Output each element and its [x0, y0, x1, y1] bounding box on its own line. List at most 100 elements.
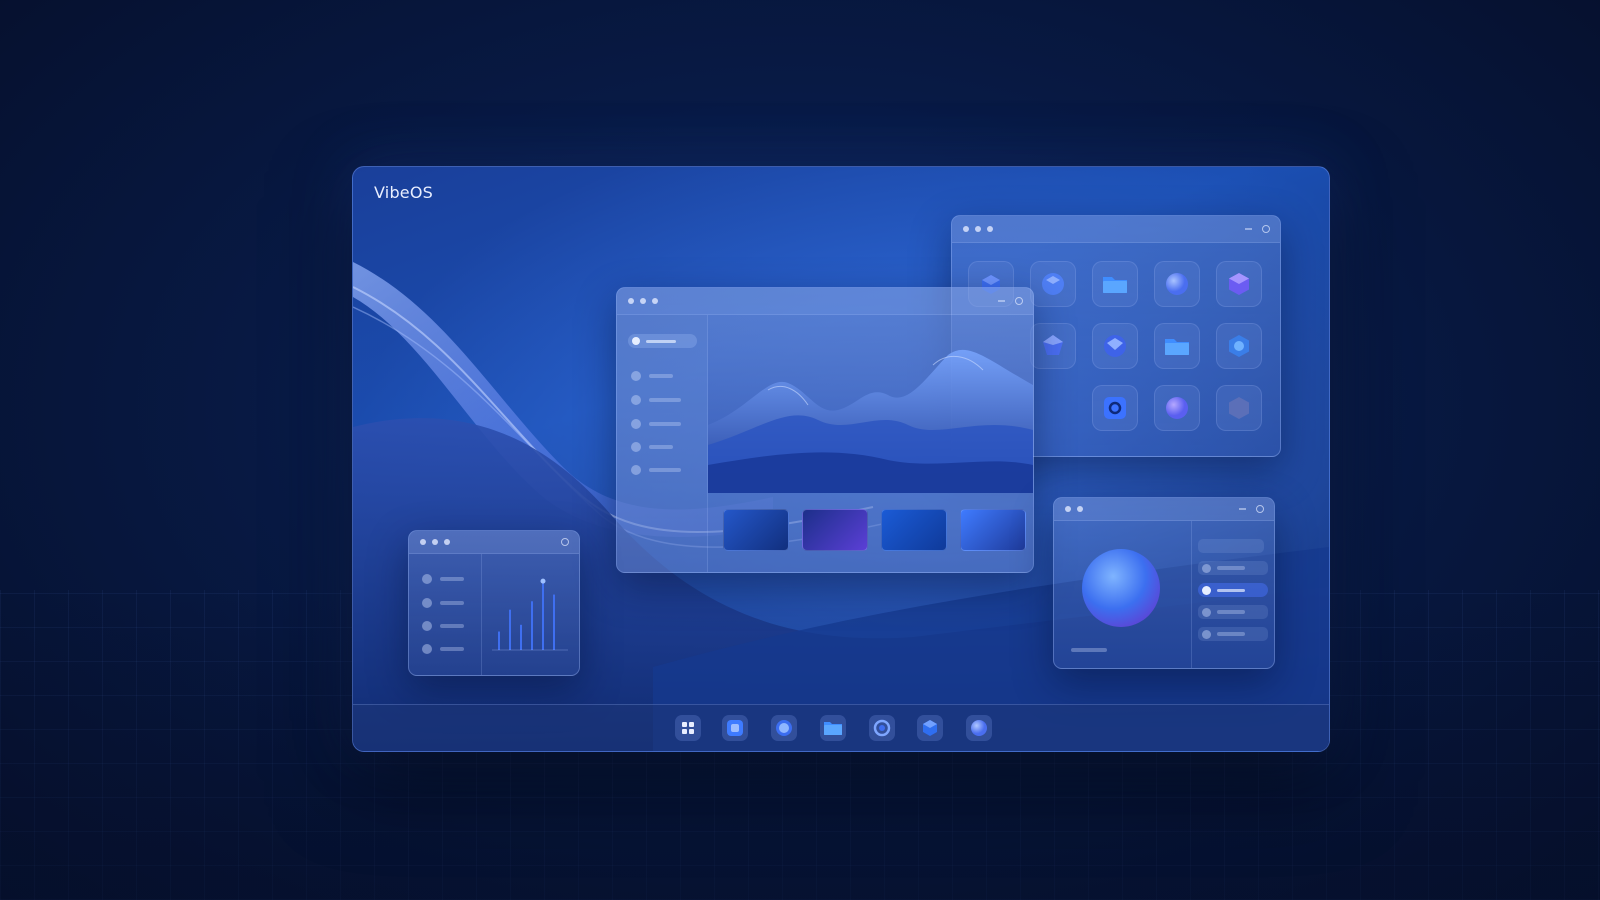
stats-widget-window[interactable]	[408, 530, 580, 676]
folder-icon	[1103, 277, 1127, 293]
options-icon[interactable]	[1256, 505, 1264, 513]
close-dot-icon[interactable]	[1065, 506, 1071, 512]
square-app-icon	[727, 720, 743, 736]
window-traffic-lights[interactable]	[628, 298, 658, 304]
cube-icon	[923, 720, 937, 736]
app-tile-polygon[interactable]	[1216, 385, 1262, 431]
hero-mountain-image	[708, 315, 1033, 493]
thumbnail-4[interactable]	[960, 509, 1026, 551]
settings-row[interactable]	[1198, 627, 1268, 641]
dock-item-apps[interactable]	[675, 715, 701, 741]
thumbnail-strip	[708, 493, 1033, 572]
square-ring-icon	[1104, 397, 1126, 419]
settings-row[interactable]	[1198, 605, 1268, 619]
window-titlebar[interactable]	[617, 288, 1033, 315]
folder-icon	[1165, 339, 1189, 355]
chart-bar-3	[520, 624, 522, 650]
apps-grid-icon	[682, 722, 694, 734]
orb-settings-window[interactable]	[1053, 497, 1275, 669]
sidebar-item[interactable]	[631, 442, 673, 452]
ring-app-icon	[873, 719, 891, 737]
orb-icon	[1104, 335, 1126, 357]
settings-row[interactable]	[1198, 561, 1268, 575]
minimize-icon[interactable]	[1245, 228, 1252, 230]
sphere-cube-icon	[1042, 273, 1064, 295]
hexagon-icon	[1229, 397, 1249, 419]
widget-list-item[interactable]	[422, 598, 464, 608]
window-traffic-lights[interactable]	[1065, 506, 1083, 512]
minimize-dot-icon[interactable]	[432, 539, 438, 545]
thumbnail-2[interactable]	[802, 509, 868, 551]
window-titlebar[interactable]	[409, 531, 579, 554]
orb-preview	[1082, 549, 1160, 627]
app-tile-folder[interactable]	[1092, 261, 1138, 307]
window-titlebar[interactable]	[952, 216, 1280, 243]
app-tile-sphere[interactable]	[1154, 261, 1200, 307]
chart-bar-4	[531, 601, 533, 650]
sidebar-item[interactable]	[631, 371, 673, 381]
widget-sidebar	[409, 554, 482, 675]
dock-item-ring[interactable]	[869, 715, 895, 741]
dock-item-sphere[interactable]	[966, 715, 992, 741]
chart-bar-1	[498, 631, 500, 650]
app-tile-folder-2[interactable]	[1154, 323, 1200, 369]
orb-settings-list	[1191, 521, 1274, 668]
window-traffic-lights[interactable]	[963, 226, 993, 232]
sidebar-item[interactable]	[631, 465, 681, 475]
app-tile-sphere-cube[interactable]	[1030, 261, 1076, 307]
dock-item-circle[interactable]	[771, 715, 797, 741]
chart-bar-6	[553, 594, 555, 650]
options-icon[interactable]	[1262, 225, 1270, 233]
sphere-app-icon	[971, 720, 987, 736]
app-tile-sphere-2[interactable]	[1154, 385, 1200, 431]
widget-list-item[interactable]	[422, 574, 464, 584]
sphere-icon	[1166, 273, 1188, 295]
thumbnail-1[interactable]	[723, 509, 789, 551]
close-dot-icon[interactable]	[628, 298, 634, 304]
minimize-dot-icon[interactable]	[975, 226, 981, 232]
window-titlebar[interactable]	[1054, 498, 1274, 521]
maximize-dot-icon[interactable]	[652, 298, 658, 304]
sidebar-item-selected[interactable]	[628, 334, 697, 348]
minimize-icon[interactable]	[1239, 508, 1246, 510]
sidebar-item[interactable]	[631, 419, 681, 429]
app-tile-badge[interactable]	[1216, 323, 1262, 369]
gallery-window[interactable]	[616, 287, 1034, 573]
settings-row[interactable]	[1198, 539, 1264, 553]
dock-item-cube[interactable]	[917, 715, 943, 741]
options-icon[interactable]	[561, 538, 569, 546]
gallery-sidebar	[617, 315, 708, 572]
circle-app-icon	[776, 720, 792, 736]
app-tile-orb[interactable]	[1092, 323, 1138, 369]
close-dot-icon[interactable]	[420, 539, 426, 545]
minimize-dot-icon[interactable]	[640, 298, 646, 304]
app-tile-hex[interactable]	[1216, 261, 1262, 307]
maximize-dot-icon[interactable]	[444, 539, 450, 545]
hexagon-cube-icon	[1229, 273, 1249, 295]
orb-caption-line	[1071, 648, 1107, 652]
options-icon[interactable]	[1015, 297, 1023, 305]
chart-bar-2	[509, 609, 511, 650]
chart-bar-5	[542, 581, 544, 650]
minimize-dot-icon[interactable]	[1077, 506, 1083, 512]
widget-list-item[interactable]	[422, 644, 464, 654]
maximize-dot-icon[interactable]	[987, 226, 993, 232]
folder-icon	[824, 722, 842, 735]
widget-list-item[interactable]	[422, 621, 464, 631]
app-tile-square[interactable]	[1092, 385, 1138, 431]
dock-item-folder[interactable]	[820, 715, 846, 741]
close-dot-icon[interactable]	[963, 226, 969, 232]
thumbnail-3[interactable]	[881, 509, 947, 551]
gem-icon	[1043, 335, 1063, 355]
mini-bar-chart	[492, 578, 568, 651]
sphere-icon	[1166, 397, 1188, 419]
sidebar-item[interactable]	[631, 395, 681, 405]
minimize-icon[interactable]	[998, 300, 1005, 302]
app-tile-gem[interactable]	[1030, 323, 1076, 369]
dock-item-square[interactable]	[722, 715, 748, 741]
settings-row-selected[interactable]	[1198, 583, 1268, 597]
window-traffic-lights[interactable]	[420, 539, 450, 545]
sidebar-line	[646, 339, 676, 343]
dock-bar	[353, 704, 1329, 751]
hexagon-badge-icon	[1229, 335, 1249, 357]
